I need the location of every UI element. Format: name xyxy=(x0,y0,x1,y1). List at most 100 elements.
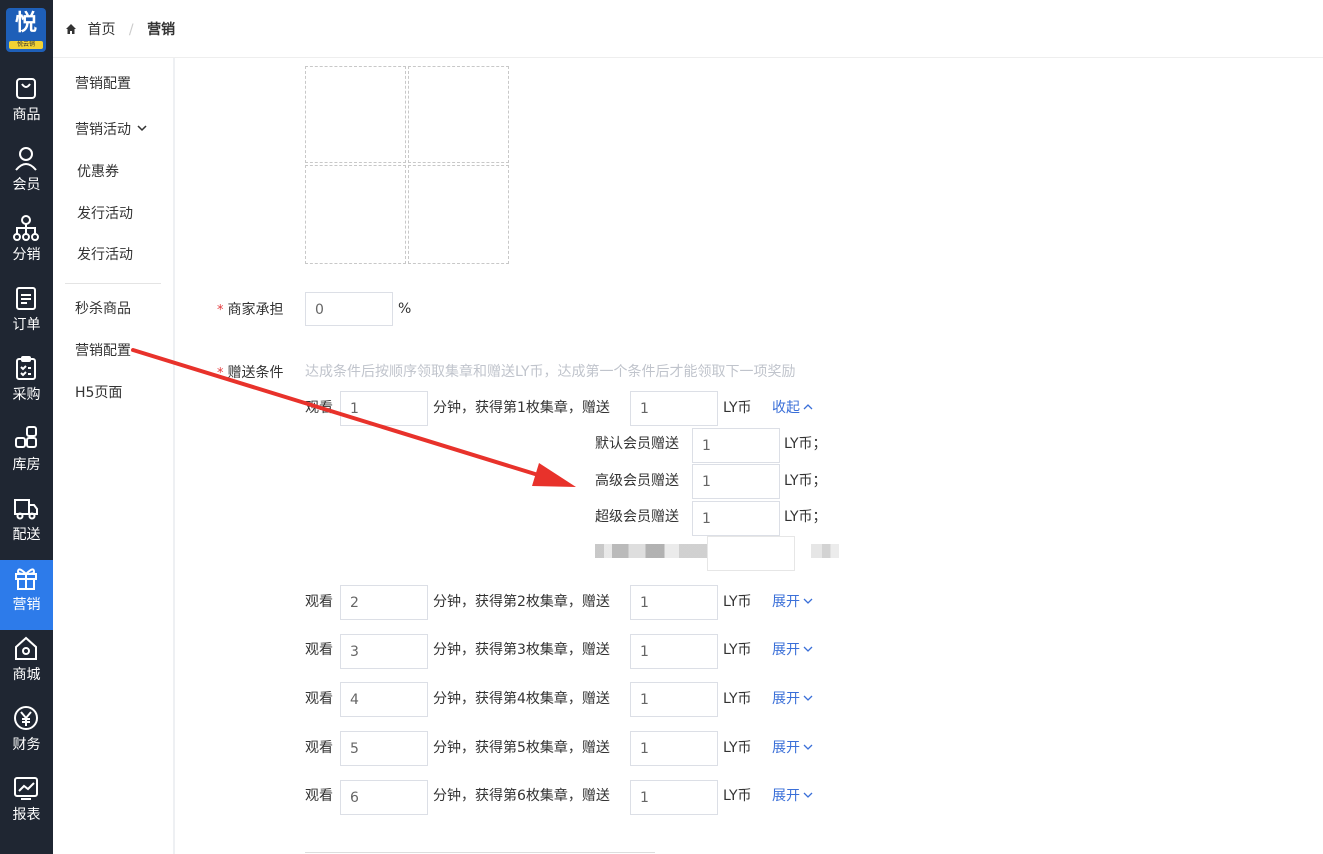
toggle-text: 收起 xyxy=(772,400,800,416)
tier-input-advanced[interactable]: 1 xyxy=(692,464,780,499)
chevron-down-icon xyxy=(803,646,813,652)
minutes-input[interactable]: 2 xyxy=(340,585,428,620)
label-text: 赠送条件 xyxy=(227,365,284,381)
merchant-share-input[interactable]: 0 xyxy=(305,292,393,326)
nav-label: 采购 xyxy=(12,387,41,403)
minutes-input[interactable]: 5 xyxy=(340,731,428,766)
row-middle-text: 分钟，获得第4枚集章，赠送 xyxy=(433,691,610,707)
breadcrumb-current: 营销 xyxy=(147,22,176,38)
breadcrumb-home[interactable]: 首页 xyxy=(87,22,115,38)
upload-slot[interactable] xyxy=(305,165,406,264)
upload-slot[interactable] xyxy=(408,66,509,163)
chevron-down-icon xyxy=(803,598,813,604)
nav-item-purchase[interactable]: 采购 xyxy=(0,350,53,420)
coins-input[interactable]: 1 xyxy=(630,780,718,815)
tier-label-advanced: 高级会员赠送 xyxy=(595,473,679,489)
toggle-text: 展开 xyxy=(772,691,800,707)
chart-icon xyxy=(14,777,38,800)
tier-input-super[interactable]: 1 xyxy=(692,501,780,536)
redacted-input[interactable] xyxy=(707,536,795,571)
toggle-text: 展开 xyxy=(772,788,800,804)
nav-item-delivery[interactable]: 配送 xyxy=(0,490,53,560)
redacted-label xyxy=(595,544,707,558)
document-icon xyxy=(16,287,36,310)
tier-unit: LY币； xyxy=(784,509,827,525)
nav-item-marketing[interactable]: 营销 xyxy=(0,560,53,630)
watch-label: 观看 xyxy=(305,691,333,707)
expand-toggle[interactable]: 展开 xyxy=(772,689,813,709)
coins-input[interactable]: 1 xyxy=(630,682,718,717)
nav-item-orders[interactable]: 订单 xyxy=(0,280,53,350)
toggle-text: 展开 xyxy=(772,594,800,610)
coin-unit: LY币 xyxy=(723,400,752,416)
hierarchy-icon xyxy=(13,215,39,241)
required-mark: * xyxy=(217,366,224,381)
row-middle-text: 分钟，获得第2枚集章，赠送 xyxy=(433,594,610,610)
nav-item-distribution[interactable]: 分销 xyxy=(0,210,53,280)
coin-unit: LY币 xyxy=(723,642,752,658)
main-nav-rail: 悦 悦云销 商品 会员 分销 订单 采购 库房 配送 营销 商城 财务 报表 xyxy=(0,0,53,854)
row-middle-text: 分钟，获得第1枚集章，赠送 xyxy=(433,400,610,416)
expand-toggle[interactable]: 展开 xyxy=(772,786,813,806)
nav-item-warehouse[interactable]: 库房 xyxy=(0,420,53,490)
minutes-input[interactable]: 4 xyxy=(340,682,428,717)
clipboard-icon xyxy=(16,356,36,380)
nav-label: 库房 xyxy=(12,457,41,473)
chevron-down-icon xyxy=(803,744,813,750)
expand-toggle[interactable]: 展开 xyxy=(772,738,813,758)
merchant-share-label: * 商家承担 xyxy=(217,300,284,321)
bottom-divider xyxy=(305,852,655,853)
nav-item-members[interactable]: 会员 xyxy=(0,140,53,210)
row-middle-text: 分钟，获得第6枚集章，赠送 xyxy=(433,788,610,804)
watch-label: 观看 xyxy=(305,740,333,756)
app-logo[interactable]: 悦 悦云销 xyxy=(6,8,46,52)
tier-label-super: 超级会员赠送 xyxy=(595,509,679,525)
coin-unit: LY币 xyxy=(723,594,752,610)
coins-input[interactable]: 1 xyxy=(630,391,718,426)
tier-input-default[interactable]: 1 xyxy=(692,428,780,463)
submenu-item-h5-page[interactable]: H5页面 xyxy=(75,383,122,403)
submenu-item-coupons[interactable]: 优惠券 xyxy=(77,162,119,182)
nav-label: 报表 xyxy=(12,807,41,823)
tier-unit: LY币； xyxy=(784,473,827,489)
row-middle-text: 分钟，获得第3枚集章，赠送 xyxy=(433,642,610,658)
yen-icon xyxy=(14,706,38,730)
collapse-toggle[interactable]: 收起 xyxy=(772,398,813,418)
minutes-input[interactable]: 6 xyxy=(340,780,428,815)
upload-slot[interactable] xyxy=(408,165,509,264)
nav-item-mall[interactable]: 商城 xyxy=(0,630,53,700)
truck-icon xyxy=(14,499,38,520)
watch-label: 观看 xyxy=(305,788,333,804)
submenu-item-flash-sale[interactable]: 秒杀商品 xyxy=(75,299,131,319)
minutes-input[interactable]: 3 xyxy=(340,634,428,669)
percent-unit: % xyxy=(398,301,412,317)
chevron-up-icon xyxy=(803,404,813,410)
expand-toggle[interactable]: 展开 xyxy=(772,592,813,612)
coin-unit: LY币 xyxy=(723,788,752,804)
expand-toggle[interactable]: 展开 xyxy=(772,640,813,660)
coin-unit: LY币 xyxy=(723,740,752,756)
label-text: 商家承担 xyxy=(227,302,284,318)
nav-label: 商城 xyxy=(12,667,41,683)
upload-slot[interactable] xyxy=(305,66,406,163)
logo-tag: 悦云销 xyxy=(9,41,43,49)
coins-input[interactable]: 1 xyxy=(630,585,718,620)
nav-label: 会员 xyxy=(12,177,41,193)
nav-item-goods[interactable]: 商品 xyxy=(0,70,53,140)
coin-unit: LY币 xyxy=(723,691,752,707)
nav-item-finance[interactable]: 财务 xyxy=(0,700,53,770)
submenu-item-marketing-activities[interactable]: 营销活动 xyxy=(75,120,147,140)
toggle-text: 展开 xyxy=(772,642,800,658)
submenu-item-issue-activity-2[interactable]: 发行活动 xyxy=(77,245,133,265)
coins-input[interactable]: 1 xyxy=(630,634,718,669)
submenu-item-marketing-config-2[interactable]: 营销配置 xyxy=(75,341,131,361)
nav-label: 订单 xyxy=(12,317,41,333)
submenu-item-issue-activity[interactable]: 发行活动 xyxy=(77,204,133,224)
required-mark: * xyxy=(217,303,224,318)
redacted-unit xyxy=(811,544,839,558)
watch-label: 观看 xyxy=(305,594,333,610)
coins-input[interactable]: 1 xyxy=(630,731,718,766)
minutes-input[interactable]: 1 xyxy=(340,391,428,426)
nav-item-reports[interactable]: 报表 xyxy=(0,770,53,840)
submenu-item-marketing-config[interactable]: 营销配置 xyxy=(75,74,131,94)
